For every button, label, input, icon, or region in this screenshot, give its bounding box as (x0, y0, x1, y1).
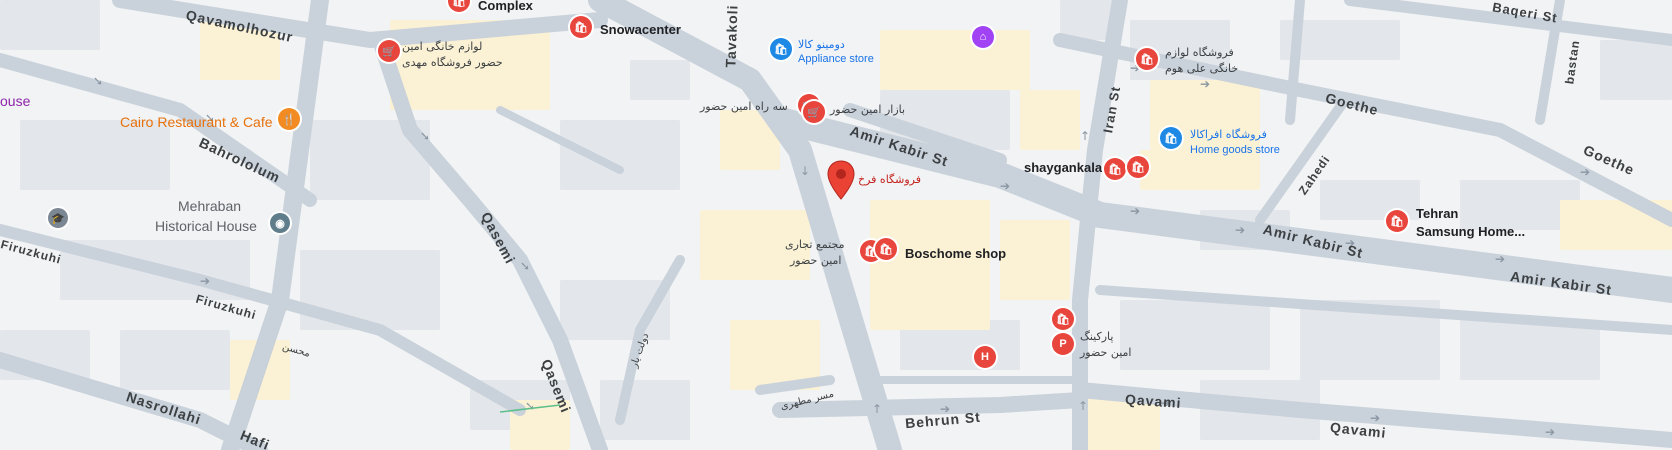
shopping-icon[interactable]: 🛍 (1127, 156, 1149, 178)
museum-icon[interactable]: ◉ (270, 213, 290, 233)
restaurant-icon[interactable]: 🍴 (278, 108, 300, 130)
shopping-icon[interactable]: 🛍 (875, 238, 897, 260)
poi-mehraban-1[interactable]: Mehraban (178, 198, 241, 214)
map-canvas[interactable]: ➔ ➔ ➔ ➔ ➔ ➔ ➔ ➔ ➔ ➔ ➔ ➔ ↑ ↑ ↑ ➘ ➘ ➘ ➘ ➘ … (0, 0, 1672, 450)
poi-bazar-fa[interactable]: بازار امین حضور (830, 103, 905, 116)
svg-text:➘: ➘ (520, 259, 530, 273)
poi-mehraban-2[interactable]: Historical House (155, 218, 257, 234)
poi-mojtama-2[interactable]: امین حضور (790, 254, 841, 267)
svg-text:➔: ➔ (1495, 252, 1505, 266)
svg-text:➔: ➔ (1235, 223, 1245, 237)
poi-se-rah-fa[interactable]: سه راه امین حضور (700, 100, 788, 113)
svg-text:↓: ↓ (800, 164, 810, 178)
poi-tehran-samsung-1[interactable]: Tehran (1416, 206, 1458, 221)
svg-text:↑: ↑ (872, 402, 882, 416)
poi-lavazem-home-2[interactable]: خانگی علی هوم (1165, 62, 1238, 75)
poi-lavazem-fa-1[interactable]: لوازم خانگی امین (402, 40, 482, 53)
shopping-cart-icon[interactable]: 🛒 (803, 101, 825, 123)
poi-lavazem-fa-2[interactable]: حضور فروشگاه مهدی (402, 56, 503, 69)
poi-boschome-label[interactable]: Boschome shop (905, 246, 1006, 261)
home-goods-store-icon[interactable]: 🛍 (1160, 127, 1182, 149)
appliance-store-icon[interactable]: 🛍 (770, 38, 792, 60)
poi-snowacenter-label[interactable]: Snowacenter (600, 22, 681, 37)
poi-afra-fa[interactable]: فروشگاه افراکالا (1190, 128, 1267, 141)
parking-icon[interactable]: P (1052, 333, 1074, 355)
svg-text:➔: ➔ (1545, 425, 1555, 439)
shopping-cart-icon[interactable]: 🛒 (378, 40, 400, 62)
svg-text:➔: ➔ (1580, 165, 1590, 179)
poi-complex-label[interactable]: Complex (478, 0, 533, 13)
shopping-icon[interactable]: 🛍 (1136, 48, 1158, 70)
poi-farokh-fa[interactable]: فروشگاه فرخ (858, 173, 921, 186)
shopping-icon[interactable]: 🛍 (1386, 210, 1408, 232)
svg-text:➔: ➔ (1130, 204, 1140, 218)
poi-domino-en[interactable]: Appliance store (798, 53, 874, 65)
svg-text:↑: ↑ (1078, 399, 1088, 413)
svg-text:➘: ➘ (420, 129, 430, 143)
landmark-icon[interactable]: ⌂ (972, 26, 994, 48)
poi-afra-en[interactable]: Home goods store (1190, 144, 1280, 156)
road-label-tavakoli: Tavakoli (722, 4, 741, 68)
poi-house-partial[interactable]: ouse (0, 93, 30, 109)
poi-parking-1[interactable]: پارکینگ (1080, 330, 1113, 343)
poi-parking-2[interactable]: امین حضور (1080, 346, 1131, 359)
poi-lavazem-home-1[interactable]: فروشگاه لوازم (1165, 46, 1234, 59)
shopping-icon[interactable]: 🛍 (1104, 158, 1126, 180)
poi-tehran-samsung-2[interactable]: Samsung Home... (1416, 224, 1525, 239)
svg-text:↑: ↑ (1080, 129, 1090, 143)
poi-mojtama-1[interactable]: مجتمع تجاری (785, 238, 844, 251)
poi-cairo-label[interactable]: Cairo Restaurant & Cafe (120, 114, 273, 130)
svg-text:➘: ➘ (93, 74, 103, 88)
selected-location-pin-icon[interactable] (826, 160, 856, 200)
svg-text:➔: ➔ (1200, 77, 1210, 91)
svg-text:➔: ➔ (1000, 179, 1010, 193)
svg-text:➘: ➘ (525, 399, 535, 413)
poi-domino-fa[interactable]: دومینو کالا (798, 38, 845, 51)
poi-shaygankala-label[interactable]: shaygankala (1024, 160, 1102, 175)
svg-text:➔: ➔ (200, 274, 210, 288)
shopping-icon[interactable]: 🛍 (570, 16, 592, 38)
school-icon[interactable]: 🎓 (48, 208, 68, 228)
hospital-icon[interactable]: H (974, 346, 996, 368)
shopping-icon[interactable]: 🛍 (1052, 308, 1074, 330)
